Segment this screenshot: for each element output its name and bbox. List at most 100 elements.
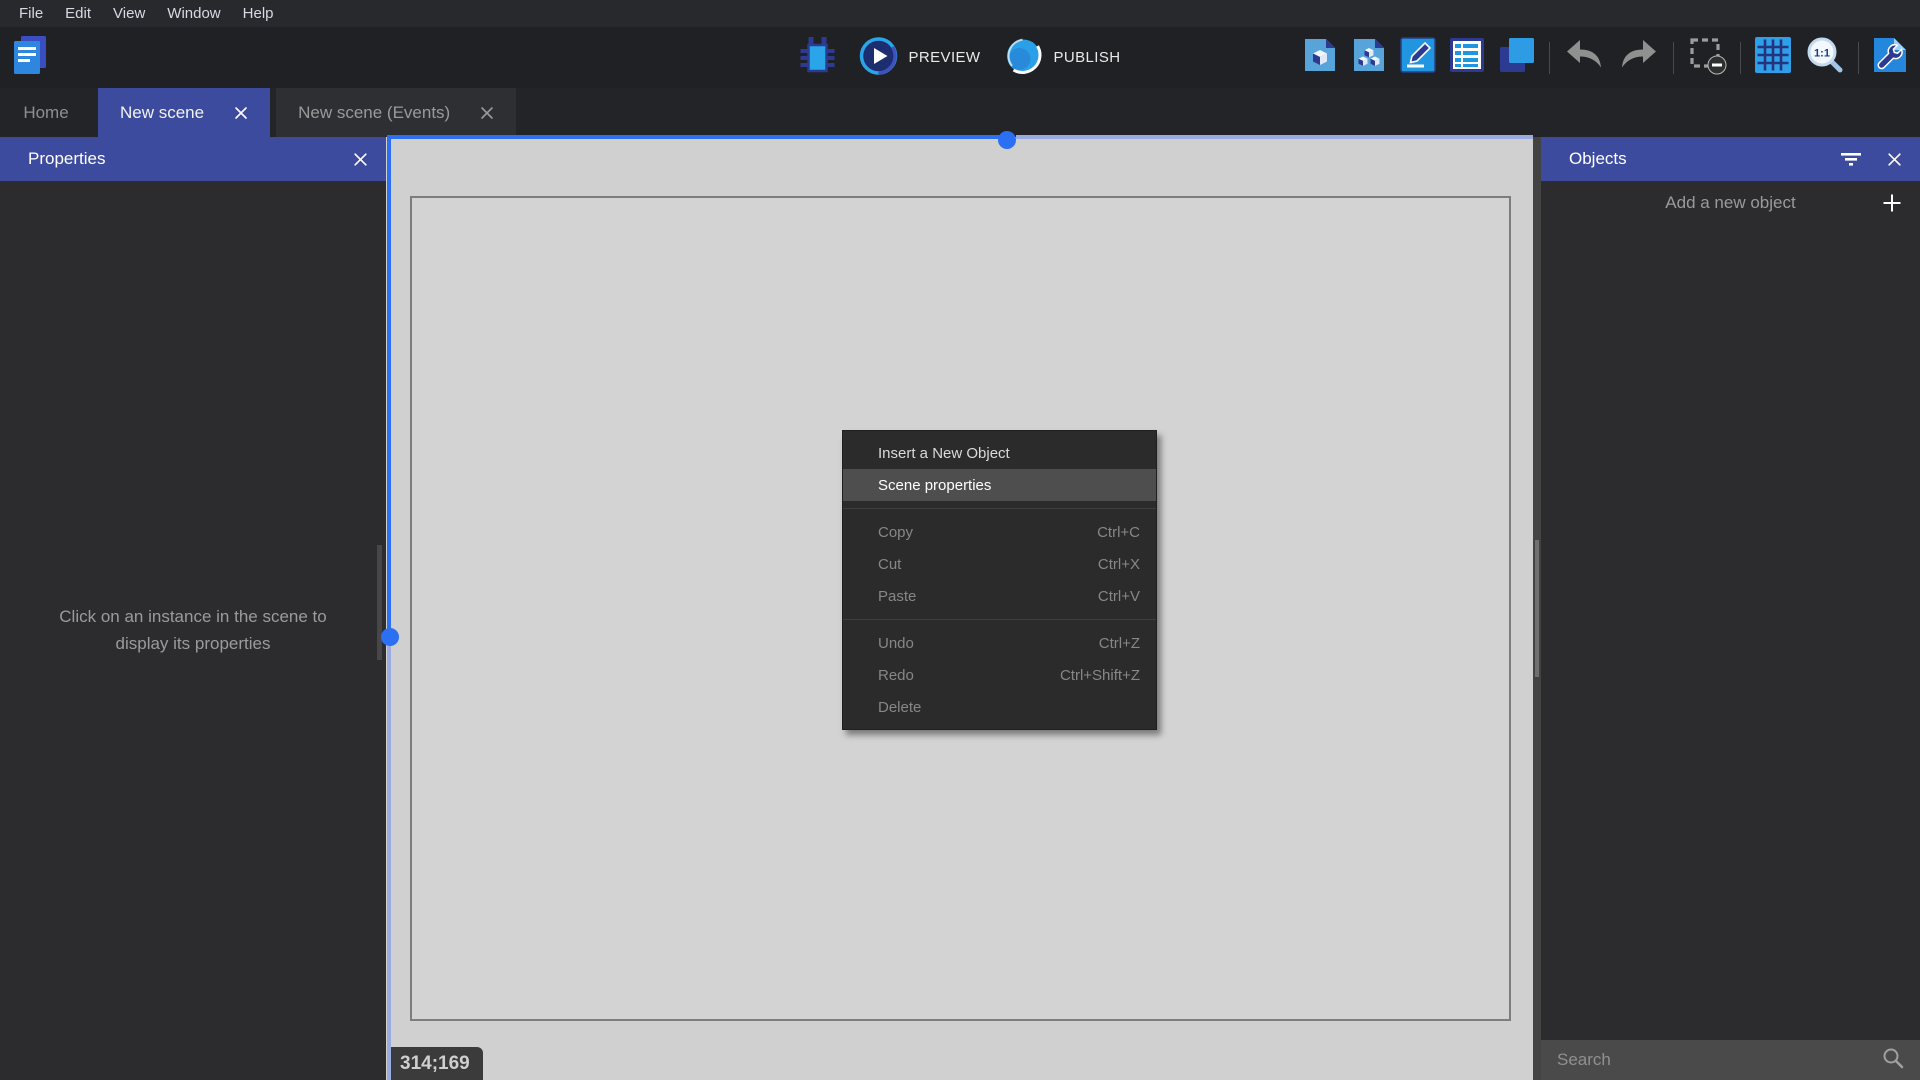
app-menubar: File Edit View Window Help [0, 0, 1920, 27]
editor-content: Properties Click on an instance in the s… [0, 137, 1920, 1080]
open-scene-button[interactable] [1302, 37, 1338, 78]
zoom-1-1-label: 1:1 [1814, 48, 1830, 60]
tab-new-scene-label: New scene [120, 103, 204, 123]
publish-button[interactable]: PUBLISH [1004, 37, 1120, 79]
edit-events-button[interactable] [1449, 37, 1485, 78]
menu-edit[interactable]: Edit [54, 0, 102, 27]
properties-scrollbar-thumb[interactable] [377, 545, 382, 660]
context-menu: Insert a New Object Scene properties Cop… [842, 430, 1157, 730]
objects-list-empty-area [1541, 225, 1920, 1040]
toolbar-right-group: 1:1 [1302, 27, 1908, 88]
canvas-hscroll-track-left [391, 135, 1007, 139]
tab-new-scene-events[interactable]: New scene (Events) [276, 88, 516, 137]
context-menu-item-scene-properties[interactable]: Scene properties [843, 469, 1156, 501]
toolbar-separator [1673, 42, 1674, 74]
project-manager-button[interactable] [12, 34, 48, 81]
undo-icon [1563, 38, 1605, 77]
canvas-vscroll-thumb[interactable] [381, 628, 399, 646]
toolbar-separator [1549, 42, 1550, 74]
context-menu-item-redo[interactable]: Redo Ctrl+Shift+Z [843, 659, 1156, 691]
menu-window[interactable]: Window [156, 0, 231, 27]
objects-panel-header: Objects [1541, 137, 1920, 181]
scene-objects-file-icon [1351, 37, 1387, 78]
context-menu-item-delete[interactable]: Delete [843, 691, 1156, 723]
context-menu-item-undo[interactable]: Undo Ctrl+Z [843, 627, 1156, 659]
menu-item-label: Scene properties [878, 477, 991, 494]
tab-home-label: Home [23, 103, 68, 123]
open-scene-objects-button[interactable] [1351, 37, 1387, 78]
context-menu-item-copy[interactable]: Copy Ctrl+C [843, 516, 1156, 548]
properties-panel-header: Properties [0, 137, 386, 181]
preview-button[interactable]: PREVIEW [860, 37, 981, 79]
menu-item-label: Insert a New Object [878, 445, 1010, 462]
objects-panel: Objects Add a new object [1541, 137, 1920, 1080]
close-icon[interactable] [234, 106, 248, 120]
publish-globe-icon [1004, 37, 1042, 79]
search-icon[interactable] [1882, 1047, 1904, 1074]
add-object-row[interactable]: Add a new object [1541, 181, 1920, 225]
context-menu-item-insert-object[interactable]: Insert a New Object [843, 437, 1156, 469]
mask-button[interactable] [1687, 35, 1727, 80]
grid-icon [1754, 36, 1792, 79]
canvas-right-scrollbar-track [1533, 137, 1541, 1080]
menu-item-shortcut: Ctrl+X [1098, 556, 1140, 573]
setup-button[interactable] [1872, 36, 1908, 79]
project-manager-icon [12, 34, 48, 81]
debug-icon [800, 36, 836, 79]
undo-button[interactable] [1563, 38, 1605, 77]
menu-item-label: Undo [878, 635, 914, 652]
redo-icon [1618, 38, 1660, 77]
menu-help[interactable]: Help [232, 0, 285, 27]
zoom-1-1-button[interactable]: 1:1 [1805, 35, 1845, 80]
scene-canvas[interactable]: 314;169 Insert a New Object Scene proper… [386, 137, 1541, 1080]
wrench-icon [1872, 36, 1908, 79]
scene-file-icon [1302, 37, 1338, 78]
menu-item-label: Delete [878, 699, 921, 716]
canvas-hscroll-thumb[interactable] [998, 131, 1016, 149]
objects-panel-title: Objects [1569, 149, 1627, 169]
menu-item-shortcut: Ctrl+Shift+Z [1060, 667, 1140, 684]
mask-icon [1687, 35, 1727, 80]
grid-button[interactable] [1754, 36, 1792, 79]
plus-icon[interactable] [1882, 193, 1902, 218]
add-object-label: Add a new object [1665, 193, 1795, 213]
canvas-right-scrollbar-thumb[interactable] [1535, 540, 1539, 677]
toolbar-separator [1858, 42, 1859, 74]
debug-button[interactable] [800, 36, 836, 79]
layers-button[interactable] [1498, 36, 1536, 79]
tab-new-scene-events-label: New scene (Events) [298, 103, 450, 123]
properties-empty-message: Click on an instance in the scene to dis… [43, 604, 343, 657]
tab-new-scene[interactable]: New scene [98, 88, 270, 137]
search-input[interactable] [1557, 1050, 1882, 1070]
menu-item-label: Copy [878, 524, 913, 541]
layers-icon [1498, 36, 1536, 79]
menu-item-shortcut: Ctrl+Z [1099, 635, 1140, 652]
redo-button[interactable] [1618, 38, 1660, 77]
menu-item-shortcut: Ctrl+V [1098, 588, 1140, 605]
edit-scene-button[interactable] [1400, 37, 1436, 78]
canvas-hscroll-track-right [1016, 135, 1533, 139]
context-menu-item-paste[interactable]: Paste Ctrl+V [843, 580, 1156, 612]
events-sheet-icon [1449, 37, 1485, 78]
toolbar-separator [1740, 42, 1741, 74]
tab-home[interactable]: Home [0, 88, 92, 137]
editor-tabbar: Home New scene New scene (Events) [0, 88, 1920, 137]
close-icon[interactable] [1887, 152, 1902, 167]
canvas-vscroll-track-top [387, 135, 391, 630]
menu-item-shortcut: Ctrl+C [1097, 524, 1140, 541]
zoom-1-1-icon: 1:1 [1805, 35, 1845, 80]
publish-label: PUBLISH [1053, 49, 1120, 66]
canvas-vscroll-track-bottom [387, 646, 391, 1080]
properties-panel-body: Click on an instance in the scene to dis… [0, 181, 386, 1080]
filter-icon[interactable] [1841, 152, 1861, 167]
context-menu-separator [843, 508, 1156, 509]
menu-view[interactable]: View [102, 0, 156, 27]
main-toolbar: PREVIEW PUBLISH [0, 27, 1920, 88]
close-icon[interactable] [480, 106, 494, 120]
toolbar-center-group: PREVIEW PUBLISH [800, 36, 1121, 79]
menu-file[interactable]: File [8, 0, 54, 27]
properties-panel-title: Properties [28, 149, 105, 169]
preview-label: PREVIEW [909, 49, 981, 66]
close-icon[interactable] [353, 152, 368, 167]
context-menu-item-cut[interactable]: Cut Ctrl+X [843, 548, 1156, 580]
